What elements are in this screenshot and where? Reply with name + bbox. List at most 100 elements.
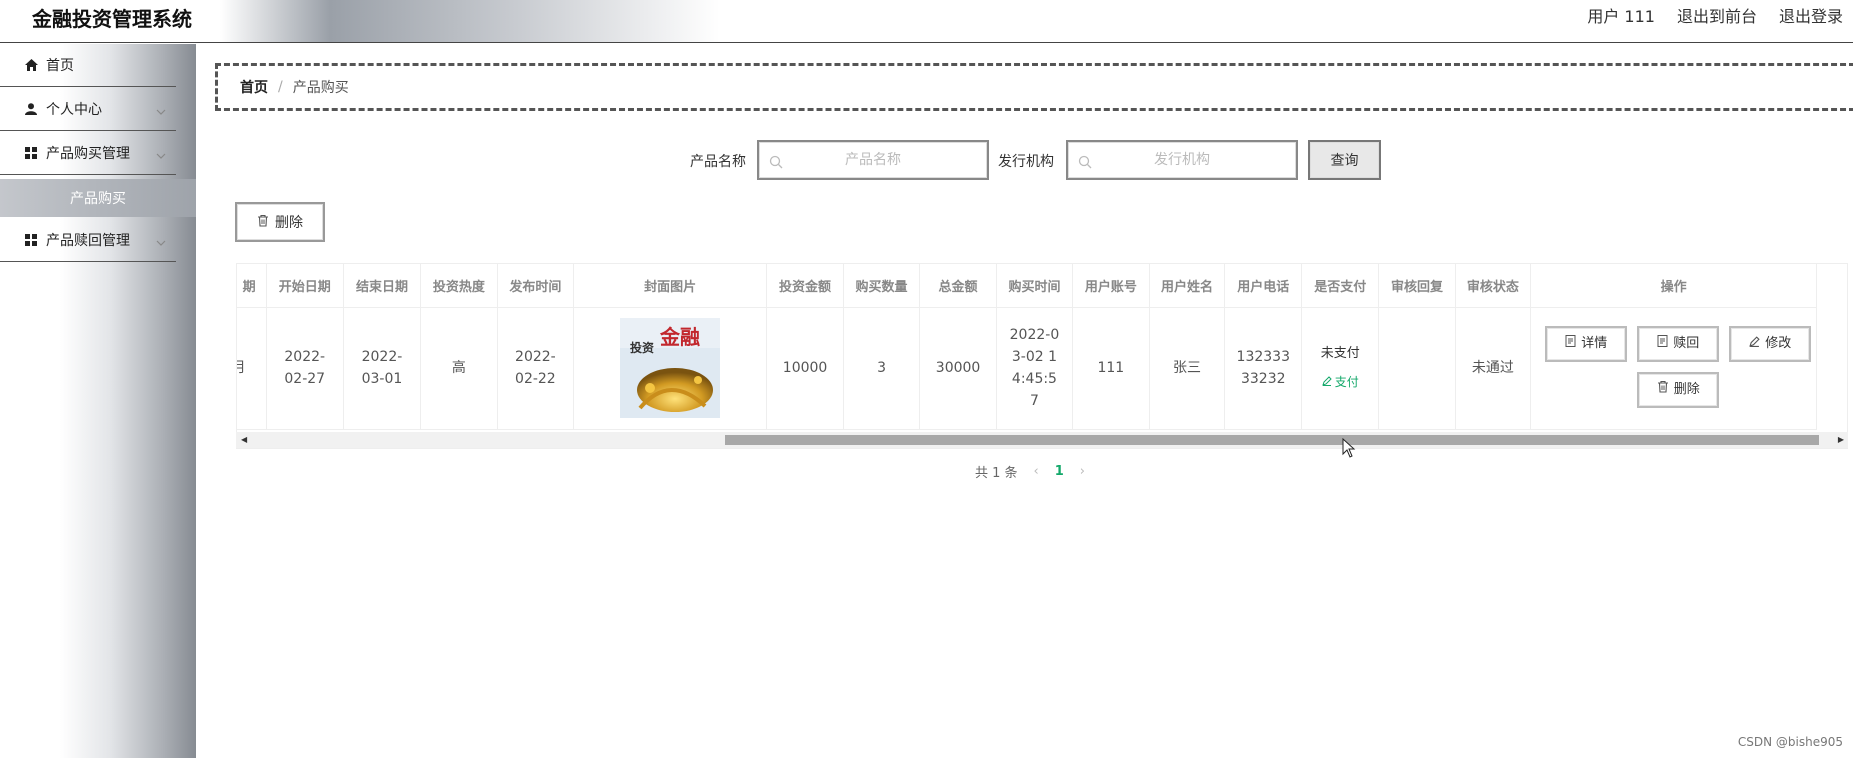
cell-quantity: 3	[843, 307, 921, 430]
data-table: 期 开始日期 结束日期 投资热度 发布时间 封面图片 投资金额 购买数量 总金额…	[236, 263, 1848, 449]
exit-to-front-link[interactable]: 退出到前台	[1677, 3, 1757, 27]
cell-amount: 10000	[766, 307, 844, 430]
horizontal-scrollbar[interactable]: ◀ ▶	[236, 432, 1848, 448]
column-header: 用户电话	[1224, 264, 1303, 308]
cell-cover: 投资 金融	[573, 307, 768, 430]
cell-review-reply	[1378, 307, 1456, 430]
top-links: 用户 111 退出到前台 退出登录	[1587, 3, 1843, 27]
breadcrumb-current: 产品购买	[292, 80, 349, 96]
cell-period: 月	[237, 307, 267, 430]
column-header: 用户账号	[1072, 264, 1150, 308]
cell-review-status: 未通过	[1455, 307, 1532, 430]
user-icon	[24, 103, 38, 115]
cell-purchase-time: 2022-03-02 14:45:57	[996, 307, 1074, 430]
sidebar-item-redemption-management[interactable]: 产品赎回管理	[0, 219, 176, 262]
sidebar: 首页 个人中心 产品购买管理 产品购买 产品赎回管理	[0, 44, 196, 758]
sidebar-subitem-product-purchase[interactable]: 产品购买	[0, 179, 196, 217]
pagination: 共 1 条 ‹ 1 ›	[975, 462, 1085, 481]
product-name-field[interactable]	[757, 140, 989, 180]
column-header: 投资热度	[420, 264, 498, 308]
document-icon	[1565, 333, 1576, 355]
logout-link[interactable]: 退出登录	[1779, 3, 1843, 27]
top-bar: 金融投资管理系统 用户 111 退出到前台 退出登录	[0, 0, 1853, 43]
sidebar-item-personal-center[interactable]: 个人中心	[0, 88, 176, 131]
product-name-input[interactable]	[759, 142, 987, 178]
breadcrumb-separator: /	[278, 79, 283, 95]
page-number[interactable]: 1	[1055, 464, 1064, 479]
cell-account: 111	[1072, 307, 1150, 430]
detail-label: 详情	[1581, 335, 1608, 351]
scroll-left-icon[interactable]: ◀	[241, 435, 247, 444]
cover-title: 金融	[659, 325, 700, 349]
issuer-field[interactable]	[1066, 140, 1298, 180]
column-header: 投资金额	[766, 264, 844, 308]
mouse-cursor-icon	[1342, 437, 1356, 462]
user-link[interactable]: 用户 111	[1587, 3, 1655, 27]
detail-button[interactable]: 详情	[1545, 325, 1628, 362]
issuer-input[interactable]	[1068, 142, 1296, 178]
prev-page-icon[interactable]: ‹	[1034, 464, 1039, 479]
home-icon	[24, 59, 38, 71]
operations-group: 详情 赎回 修改 删除	[1531, 308, 1816, 429]
table-header-row: 期 开始日期 结束日期 投资热度 发布时间 封面图片 投资金额 购买数量 总金额…	[237, 264, 1817, 308]
breadcrumb-home[interactable]: 首页	[240, 77, 268, 97]
sidebar-item-label: 产品赎回管理	[46, 233, 130, 249]
cell-name: 张三	[1149, 307, 1226, 430]
document-icon	[1657, 333, 1668, 355]
cell-publish-time: 2022-02-22	[497, 307, 575, 430]
cell-start-date: 2022-02-27	[266, 307, 344, 430]
pay-status: 未支付	[1320, 346, 1360, 361]
delete-button[interactable]: 删除	[1637, 371, 1720, 408]
pay-link-label: 支付	[1334, 375, 1359, 389]
column-header: 购买数量	[843, 264, 921, 308]
column-header: 审核状态	[1455, 264, 1532, 308]
scroll-right-icon[interactable]: ▶	[1838, 435, 1844, 444]
pay-link[interactable]: 支付	[1308, 371, 1372, 393]
cell-operations: 详情 赎回 修改 删除	[1530, 307, 1817, 430]
column-header: 购买时间	[996, 264, 1074, 308]
redeem-button[interactable]: 赎回	[1637, 325, 1720, 362]
trash-icon	[257, 214, 269, 231]
sidebar-item-label: 首页	[46, 58, 74, 74]
edit-button[interactable]: 修改	[1729, 325, 1812, 362]
sidebar-item-home[interactable]: 首页	[0, 44, 176, 87]
chevron-down-icon	[156, 234, 166, 250]
next-page-icon[interactable]: ›	[1080, 464, 1085, 479]
query-button[interactable]: 查询	[1308, 140, 1381, 180]
grid-icon	[24, 147, 38, 159]
column-header: 发布时间	[497, 264, 575, 308]
trash-icon	[1657, 379, 1669, 401]
search-icon	[1078, 154, 1092, 173]
column-header: 是否支付	[1301, 264, 1380, 308]
search-icon	[769, 154, 783, 173]
cell-heat: 高	[420, 307, 498, 430]
edit-icon	[1321, 371, 1332, 393]
watermark: CSDN @bishe905	[1737, 735, 1843, 749]
redeem-label: 赎回	[1673, 335, 1700, 351]
column-header: 开始日期	[266, 264, 344, 308]
cell-total: 30000	[919, 307, 997, 430]
sidebar-item-label: 个人中心	[46, 102, 102, 118]
issuer-label: 发行机构	[998, 154, 1054, 170]
cover-image[interactable]: 投资 金融	[620, 318, 721, 418]
column-header: 总金额	[919, 264, 997, 308]
column-header: 审核回复	[1378, 264, 1456, 308]
batch-delete-button[interactable]: 删除	[235, 202, 325, 242]
grid-icon	[24, 234, 38, 246]
column-header: 用户姓名	[1149, 264, 1226, 308]
sidebar-item-label: 产品购买管理	[46, 146, 130, 162]
sidebar-item-purchase-management[interactable]: 产品购买管理	[0, 132, 176, 175]
app-title: 金融投资管理系统	[32, 7, 192, 31]
scrollbar-thumb[interactable]	[725, 435, 1819, 445]
pagination-total: 共 1 条	[975, 466, 1018, 481]
chevron-down-icon	[156, 103, 166, 119]
edit-label: 修改	[1765, 335, 1792, 351]
delete-label: 删除	[1673, 381, 1700, 397]
breadcrumb: 首页 / 产品购买	[215, 63, 1853, 111]
cover-text: 投资	[630, 340, 654, 355]
column-header: 操作	[1530, 264, 1817, 308]
query-button-label: 查询	[1330, 153, 1359, 169]
cell-phone: 13233333232	[1224, 307, 1303, 430]
table-row: 月 2022-02-27 2022-03-01 高 2022-02-22	[237, 307, 1817, 430]
product-name-label: 产品名称	[690, 154, 746, 170]
